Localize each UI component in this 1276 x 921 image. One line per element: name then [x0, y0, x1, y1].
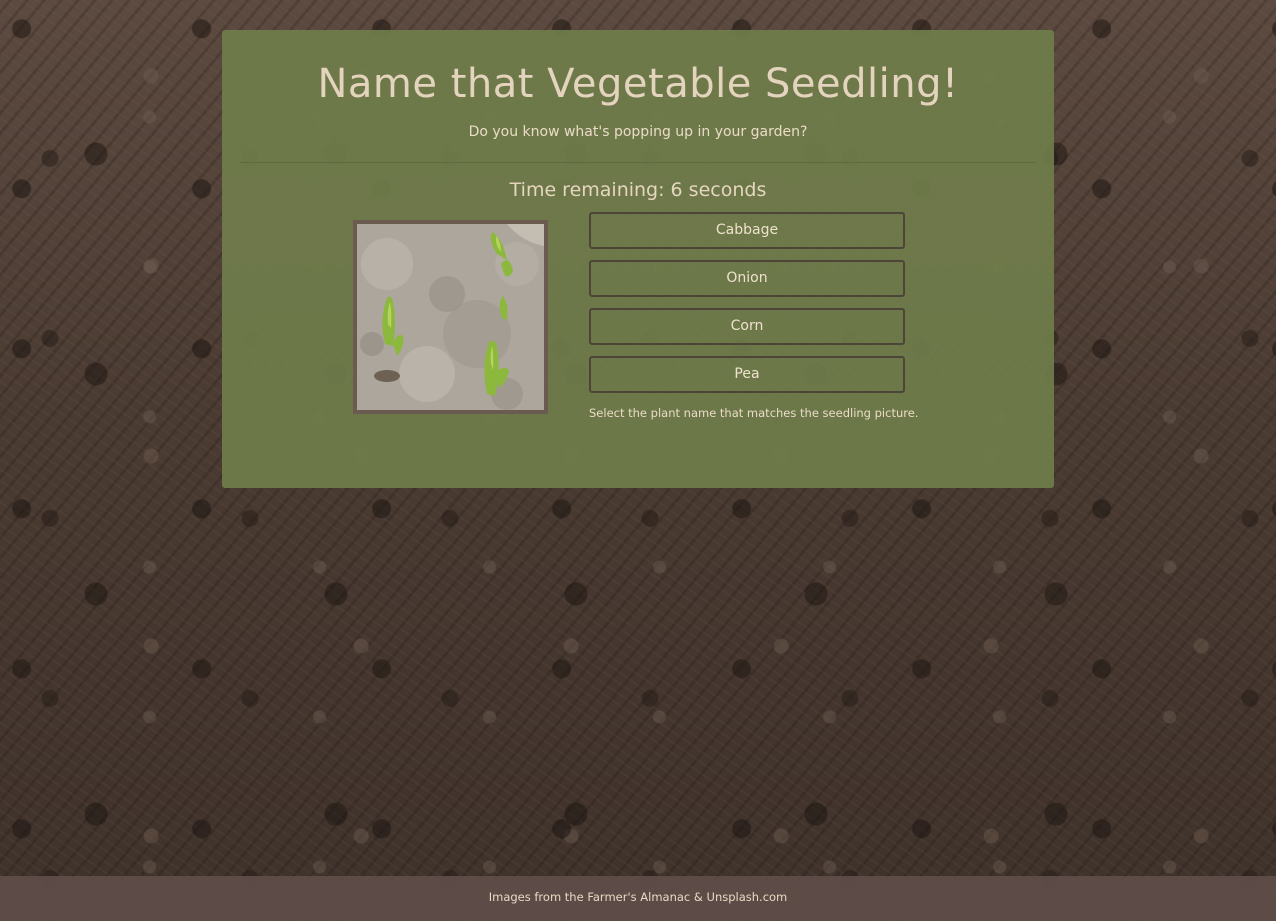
quiz-panel: Name that Vegetable Seedling! Do you kno…: [222, 30, 1054, 488]
answer-choices: Cabbage Onion Corn Pea: [589, 212, 905, 404]
choice-button-corn[interactable]: Corn: [589, 308, 905, 345]
instruction-text: Select the plant name that matches the s…: [589, 406, 919, 420]
timer-text: Time remaining: 6 seconds: [509, 179, 767, 201]
page-title: Name that Vegetable Seedling!: [317, 61, 959, 107]
choice-button-cabbage[interactable]: Cabbage: [589, 212, 905, 249]
seedling-picture: [357, 224, 544, 410]
page-subtitle: Do you know what's popping up in your ga…: [468, 124, 808, 140]
divider: [240, 162, 1036, 163]
footer: Images from the Farmer's Almanac & Unspl…: [0, 876, 1276, 921]
choice-button-pea[interactable]: Pea: [589, 356, 905, 393]
footer-credit: Images from the Farmer's Almanac & Unspl…: [488, 890, 788, 904]
seedling-image: [353, 220, 548, 414]
choice-button-onion[interactable]: Onion: [589, 260, 905, 297]
